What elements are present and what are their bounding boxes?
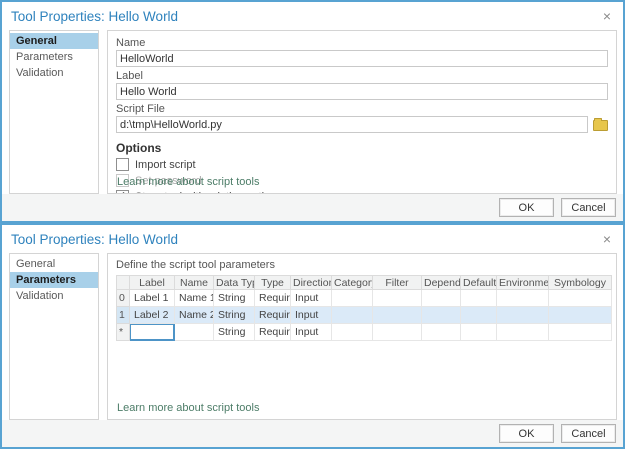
cell-symbology[interactable]	[549, 307, 612, 324]
cell-default[interactable]	[461, 307, 497, 324]
sidebar-item-validation[interactable]: Validation	[10, 65, 98, 81]
title-bar: Tool Properties: Hello World ×	[2, 225, 623, 250]
dialog-footer: OK Cancel	[2, 420, 623, 447]
column-header: Label	[130, 276, 175, 290]
cancel-button[interactable]: Cancel	[561, 424, 616, 443]
cancel-button[interactable]: Cancel	[561, 198, 616, 217]
cell-category[interactable]	[332, 290, 373, 307]
column-header: Symbology	[549, 276, 612, 290]
cell-dependency[interactable]	[422, 307, 461, 324]
parameters-panel: Define the script tool parameters Label …	[107, 253, 617, 420]
name-label: Name	[116, 37, 608, 49]
dialog-body: General Parameters Validation Define the…	[2, 250, 623, 420]
cell-data-type[interactable]: String	[214, 307, 255, 324]
dialog-body: General Parameters Validation Name Label…	[2, 27, 623, 194]
cell-type[interactable]: Required	[255, 307, 291, 324]
cell-category[interactable]	[332, 307, 373, 324]
name-input[interactable]	[116, 50, 608, 67]
sidebar-item-general[interactable]: General	[10, 256, 98, 272]
sidebar-item-parameters[interactable]: Parameters	[10, 49, 98, 65]
row-header[interactable]: 0	[117, 290, 130, 307]
column-header: Category	[332, 276, 373, 290]
import-script-checkbox[interactable]	[116, 158, 129, 171]
table-row: 0 Label 1 Name 1 String Required Input	[117, 290, 612, 307]
cell-name[interactable]: Name 2	[175, 307, 214, 324]
cell-type[interactable]: Required	[255, 324, 291, 341]
tool-properties-dialog-general: Tool Properties: Hello World × General P…	[0, 0, 625, 223]
cell-direction[interactable]: Input	[291, 307, 332, 324]
column-header: Type	[255, 276, 291, 290]
cell-environment[interactable]	[497, 307, 549, 324]
sidebar-item-parameters[interactable]: Parameters	[10, 272, 98, 288]
column-header: Environment	[497, 276, 549, 290]
cell-environment[interactable]	[497, 324, 549, 341]
column-header: Direction	[291, 276, 332, 290]
browse-folder-icon[interactable]	[593, 120, 608, 131]
dialog-footer: OK Cancel	[2, 194, 623, 221]
options-heading: Options	[116, 141, 608, 155]
cell-data-type[interactable]: String	[214, 290, 255, 307]
label-input[interactable]	[116, 83, 608, 100]
row-header[interactable]: 1	[117, 307, 130, 324]
learn-more-link[interactable]: Learn more about script tools	[117, 176, 259, 188]
row-header-corner	[117, 276, 130, 290]
label-label: Label	[116, 70, 608, 82]
cell-label[interactable]: Label 1	[130, 290, 175, 307]
cell-data-type[interactable]: String	[214, 324, 255, 341]
close-icon[interactable]: ×	[599, 232, 615, 246]
cell-symbology[interactable]	[549, 324, 612, 341]
cell-direction[interactable]: Input	[291, 290, 332, 307]
cell-type[interactable]: Required	[255, 290, 291, 307]
table-row: 1 Label 2 Name 2 String Required Input	[117, 307, 612, 324]
header-row: Label Name Data Type Type Direction Cate…	[117, 276, 612, 290]
cell-filter[interactable]	[373, 324, 422, 341]
column-header: Data Type	[214, 276, 255, 290]
column-header: Name	[175, 276, 214, 290]
relative-path-option[interactable]: Store tool with relative path	[116, 190, 608, 194]
cell-dependency[interactable]	[422, 290, 461, 307]
close-icon[interactable]: ×	[599, 9, 615, 23]
cell-name[interactable]	[175, 324, 214, 341]
cell-default[interactable]	[461, 290, 497, 307]
sidebar: General Parameters Validation	[9, 253, 99, 420]
sidebar-item-validation[interactable]: Validation	[10, 288, 98, 304]
import-script-label: Import script	[135, 159, 196, 171]
parameters-table: Label Name Data Type Type Direction Cate…	[116, 275, 612, 341]
script-file-label: Script File	[116, 103, 608, 115]
cell-label-editing[interactable]	[130, 324, 175, 341]
cell-direction[interactable]: Input	[291, 324, 332, 341]
script-file-row	[116, 116, 608, 133]
cell-filter[interactable]	[373, 307, 422, 324]
learn-more-link[interactable]: Learn more about script tools	[117, 402, 259, 414]
cell-dependency[interactable]	[422, 324, 461, 341]
script-file-input[interactable]	[116, 116, 588, 133]
general-panel: Name Label Script File Options Import sc…	[107, 30, 617, 194]
import-script-option[interactable]: Import script	[116, 158, 608, 171]
ok-button[interactable]: OK	[499, 198, 554, 217]
column-header: Dependency	[422, 276, 461, 290]
table-caption: Define the script tool parameters	[116, 259, 608, 271]
cell-environment[interactable]	[497, 290, 549, 307]
table-row-new: * String Required Input	[117, 324, 612, 341]
cell-label[interactable]: Label 2	[130, 307, 175, 324]
column-header: Filter	[373, 276, 422, 290]
ok-button[interactable]: OK	[499, 424, 554, 443]
column-header: Default	[461, 276, 497, 290]
dialog-title: Tool Properties: Hello World	[11, 9, 599, 24]
row-header[interactable]: *	[117, 324, 130, 341]
cell-name[interactable]: Name 1	[175, 290, 214, 307]
relative-path-checkbox[interactable]	[116, 190, 129, 194]
tool-properties-dialog-parameters: Tool Properties: Hello World × General P…	[0, 223, 625, 449]
sidebar: General Parameters Validation	[9, 30, 99, 194]
relative-path-label: Store tool with relative path	[135, 191, 268, 195]
cell-default[interactable]	[461, 324, 497, 341]
sidebar-item-general[interactable]: General	[10, 33, 98, 49]
title-bar: Tool Properties: Hello World ×	[2, 2, 623, 27]
dialog-title: Tool Properties: Hello World	[11, 232, 599, 247]
cell-category[interactable]	[332, 324, 373, 341]
cell-symbology[interactable]	[549, 290, 612, 307]
cell-filter[interactable]	[373, 290, 422, 307]
